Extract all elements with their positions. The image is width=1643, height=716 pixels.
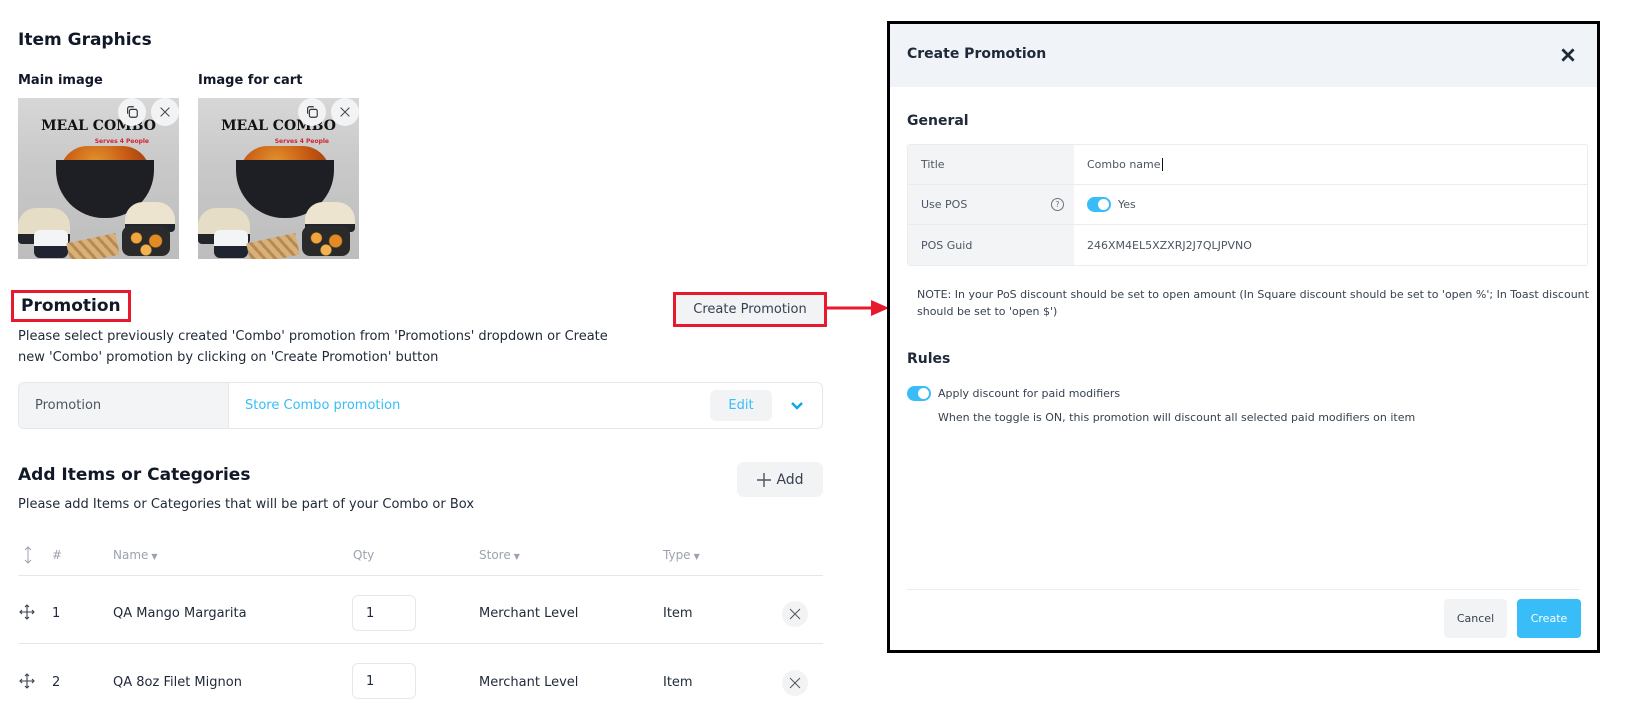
close-icon bbox=[789, 608, 801, 620]
use-pos-label-cell: Use POS ? bbox=[908, 185, 1074, 224]
drag-handle-icon[interactable] bbox=[19, 604, 35, 620]
pos-note: NOTE: In your PoS discount should be set… bbox=[917, 288, 1589, 318]
add-items-description: Please add Items or Categories that will… bbox=[18, 497, 475, 512]
pos-guid-row: POS Guid 246XM4EL5XZXRJ2J7QLJPVNO bbox=[908, 225, 1587, 265]
item-graphics-title: Item Graphics bbox=[18, 30, 152, 50]
use-pos-value: Yes bbox=[1118, 198, 1136, 211]
close-icon bbox=[789, 677, 801, 689]
remove-row-button[interactable] bbox=[782, 601, 808, 627]
use-pos-label: Use POS bbox=[921, 198, 968, 211]
column-type[interactable]: Type ▼ bbox=[663, 548, 700, 562]
column-store-label: Store bbox=[479, 548, 511, 562]
promotion-field-value[interactable]: Store Combo promotion bbox=[229, 383, 710, 428]
create-promotion-modal: Create Promotion General Title Combo nam… bbox=[887, 21, 1600, 653]
qty-input[interactable]: 1 bbox=[352, 595, 416, 631]
row-name: QA 8oz Filet Mignon bbox=[113, 675, 242, 690]
text-cursor bbox=[1161, 158, 1163, 171]
paid-modifiers-rule: Apply discount for paid modifiers bbox=[907, 386, 1120, 401]
column-store[interactable]: Store ▼ bbox=[479, 548, 520, 562]
copy-image-button[interactable] bbox=[298, 98, 326, 126]
title-label: Title bbox=[908, 145, 1074, 184]
qty-input[interactable]: 1 bbox=[352, 663, 416, 699]
pos-guid-input[interactable]: 246XM4EL5XZXRJ2J7QLJPVNO bbox=[1074, 225, 1587, 265]
close-modal-button[interactable] bbox=[1559, 46, 1577, 64]
use-pos-row: Use POS ? Yes bbox=[908, 185, 1587, 225]
promotion-dropdown-toggle[interactable] bbox=[772, 383, 822, 428]
column-index: # bbox=[52, 548, 63, 562]
drag-handle-icon[interactable] bbox=[19, 673, 35, 689]
food-rolls bbox=[66, 233, 120, 259]
row-divider bbox=[18, 643, 823, 644]
column-name-label: Name bbox=[113, 548, 149, 562]
general-form: Title Combo name Use POS ? Yes POS Guid … bbox=[907, 144, 1588, 266]
sort-caret-icon: ▼ bbox=[693, 552, 700, 561]
row-name: QA Mango Margarita bbox=[113, 606, 247, 621]
main-image-label: Main image bbox=[18, 73, 103, 88]
row-type: Item bbox=[663, 675, 693, 690]
food-raita bbox=[214, 230, 248, 258]
promotion-select[interactable]: Promotion Store Combo promotion Edit bbox=[18, 382, 823, 429]
remove-row-button[interactable] bbox=[782, 670, 808, 696]
title-input[interactable]: Combo name bbox=[1074, 145, 1587, 184]
row-type: Item bbox=[663, 606, 693, 621]
modal-title: Create Promotion bbox=[907, 46, 1047, 62]
row-divider bbox=[18, 575, 823, 576]
footer-divider bbox=[907, 589, 1580, 590]
copy-image-button[interactable] bbox=[118, 98, 146, 126]
row-store: Merchant Level bbox=[479, 675, 579, 690]
paid-modifiers-label: Apply discount for paid modifiers bbox=[938, 387, 1121, 400]
rules-section-title: Rules bbox=[907, 351, 951, 367]
use-pos-field: Yes bbox=[1074, 185, 1587, 224]
add-button-label: Add bbox=[776, 471, 804, 488]
paid-modifiers-description: When the toggle is ON, this promotion wi… bbox=[938, 411, 1416, 424]
remove-image-button[interactable] bbox=[331, 98, 359, 126]
row-store: Merchant Level bbox=[479, 606, 579, 621]
promotion-field-label: Promotion bbox=[19, 383, 229, 428]
image-subcaption: Serves 4 People bbox=[94, 138, 149, 145]
pos-guid-label: POS Guid bbox=[908, 225, 1074, 265]
column-type-label: Type bbox=[663, 548, 691, 562]
food-rolls bbox=[246, 233, 300, 259]
create-promotion-button[interactable]: Create Promotion bbox=[673, 292, 827, 327]
title-value: Combo name bbox=[1087, 158, 1161, 171]
arrow-right-icon bbox=[827, 300, 889, 316]
cart-image-label: Image for cart bbox=[198, 73, 303, 88]
general-section-title: General bbox=[907, 113, 969, 129]
title-row: Title Combo name bbox=[908, 145, 1587, 185]
remove-image-button[interactable] bbox=[151, 98, 179, 126]
image-subcaption: Serves 4 People bbox=[274, 138, 329, 145]
food-paneer bbox=[302, 226, 350, 256]
sort-handle-icon[interactable] bbox=[23, 545, 33, 565]
use-pos-toggle[interactable] bbox=[1087, 197, 1111, 212]
sort-caret-icon: ▼ bbox=[513, 552, 520, 561]
food-raita bbox=[34, 230, 68, 258]
sort-caret-icon: ▼ bbox=[151, 552, 158, 561]
cancel-button[interactable]: Cancel bbox=[1444, 599, 1507, 638]
add-items-title: Add Items or Categories bbox=[18, 465, 251, 485]
row-index: 1 bbox=[52, 606, 61, 621]
close-icon bbox=[340, 107, 350, 117]
copy-icon bbox=[307, 106, 318, 118]
promotion-title: Promotion bbox=[11, 290, 131, 322]
food-paneer bbox=[122, 226, 170, 256]
main-image[interactable]: MEAL COMBO Serves 4 People bbox=[18, 98, 179, 259]
paid-modifiers-toggle[interactable] bbox=[907, 386, 931, 401]
cart-image[interactable]: MEAL COMBO Serves 4 People bbox=[198, 98, 359, 259]
help-icon[interactable]: ? bbox=[1051, 198, 1064, 211]
chevron-down-icon bbox=[791, 401, 803, 410]
copy-icon bbox=[127, 106, 138, 118]
add-item-button[interactable]: Add bbox=[737, 462, 823, 497]
plus-icon bbox=[757, 472, 772, 487]
modal-header: Create Promotion bbox=[890, 24, 1597, 87]
close-icon bbox=[160, 107, 170, 117]
create-button[interactable]: Create bbox=[1517, 599, 1581, 638]
row-index: 2 bbox=[52, 675, 61, 690]
edit-promotion-button[interactable]: Edit bbox=[710, 390, 772, 421]
promotion-description: Please select previously created 'Combo'… bbox=[18, 329, 608, 365]
column-qty: Qty bbox=[353, 548, 375, 562]
column-name[interactable]: Name ▼ bbox=[113, 548, 158, 562]
